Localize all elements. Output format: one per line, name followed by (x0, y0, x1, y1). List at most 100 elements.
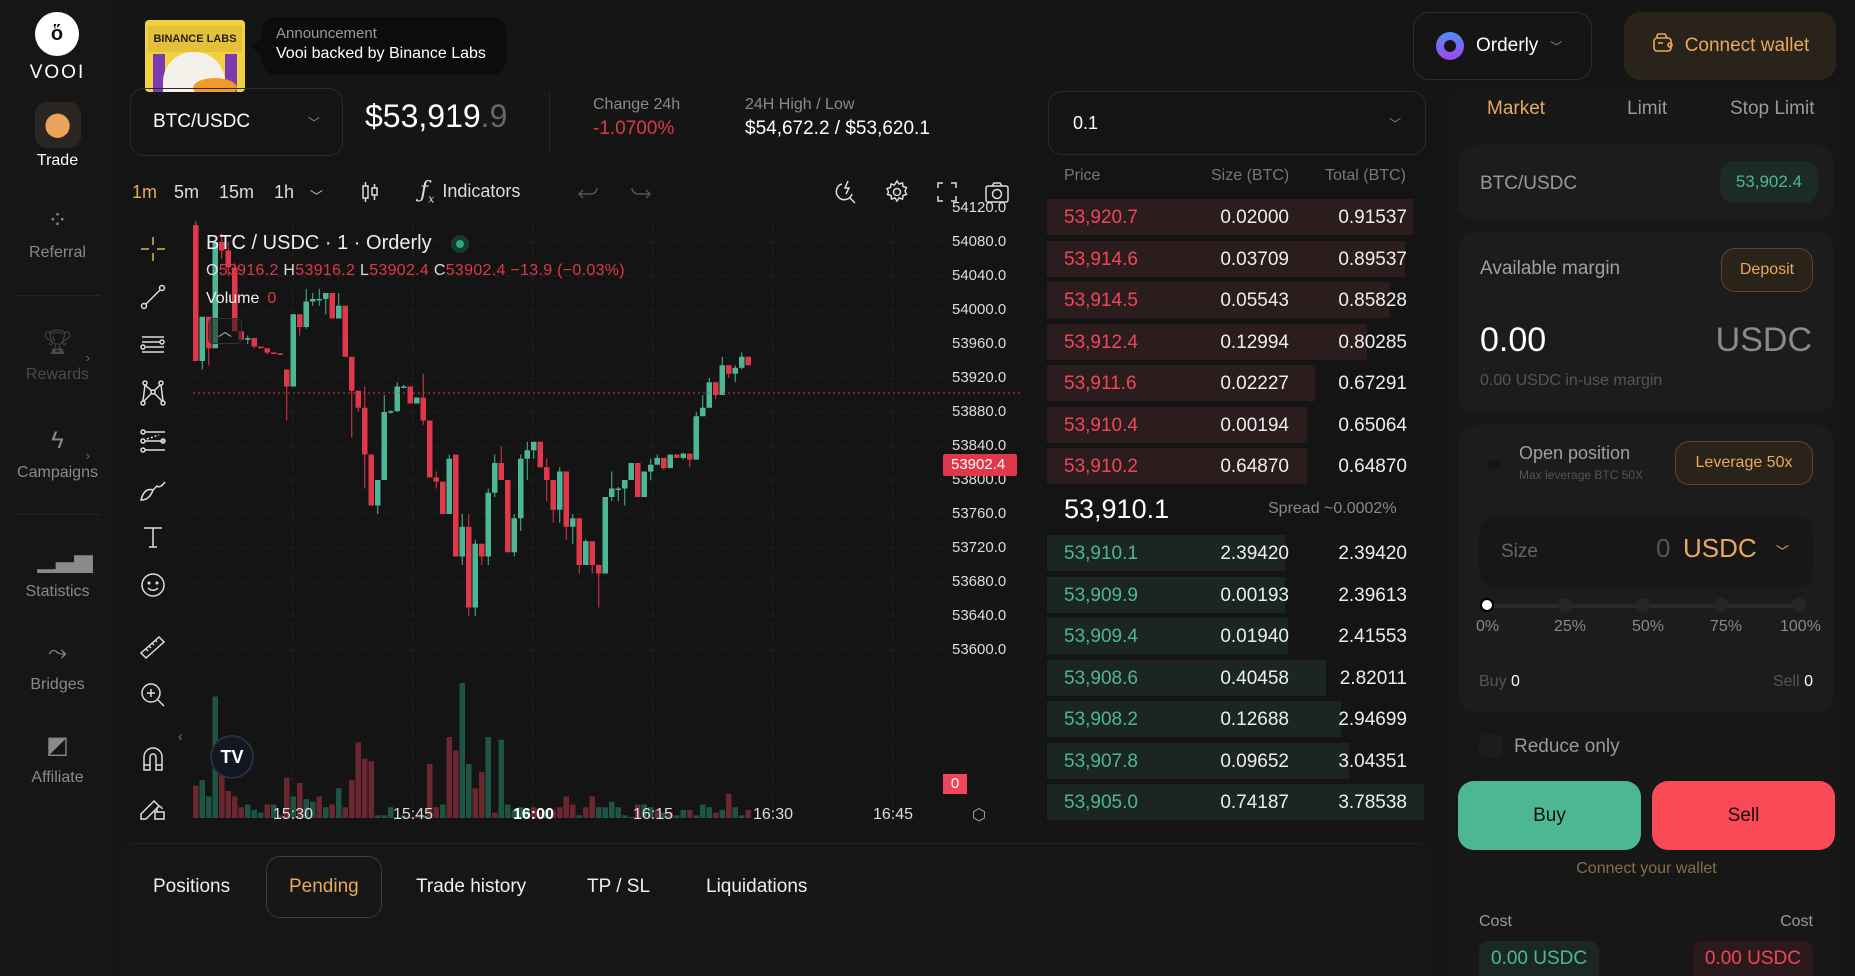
venue-selector[interactable]: Orderly ﹀ (1413, 12, 1592, 80)
bar-chart-icon: ▁▃▅ (37, 546, 93, 573)
ask-row[interactable]: 53,910.4 0.00194 0.65064 (1047, 406, 1424, 443)
undo-icon[interactable] (575, 178, 605, 208)
tab-liquidations[interactable]: Liquidations (706, 876, 807, 898)
ruler-icon[interactable] (138, 632, 170, 664)
pair-selector[interactable]: BTC/USDC ﹀ (130, 88, 343, 156)
reduce-only-label[interactable]: Reduce only (1514, 736, 1620, 758)
redo-icon[interactable] (626, 178, 656, 208)
slider-mark-label[interactable]: 75% (1710, 618, 1742, 636)
bid-price: 53,905.0 (1064, 792, 1138, 813)
candle-body (550, 480, 556, 510)
collapse-toolbar-chevron-icon[interactable]: ‹ (178, 728, 183, 744)
chevron-down-icon[interactable]: ﹀ (1776, 541, 1789, 560)
leverage-button[interactable]: Leverage 50x (1675, 441, 1813, 485)
sell-cost-amount: 0.00 (1704, 948, 1742, 969)
candlestick-chart[interactable] (193, 218, 1023, 830)
tab-positions[interactable]: Positions (153, 876, 230, 898)
sidebar-item-affiliate[interactable]: ◩ Affiliate (0, 731, 115, 787)
sidebar-item-campaigns[interactable]: ϟ Campaigns › (0, 426, 115, 482)
size-unit[interactable]: USDC (1683, 533, 1757, 564)
slider-mark-label[interactable]: 100% (1780, 618, 1821, 636)
ask-total: 0.85828 (1338, 290, 1407, 311)
ask-row[interactable]: 53,920.7 0.02000 0.91537 (1047, 199, 1424, 235)
reduce-only-checkbox[interactable] (1479, 734, 1503, 758)
slider-mark[interactable] (1558, 598, 1572, 612)
sidebar-item-statistics[interactable]: ▁▃▅ Statistics (0, 545, 115, 601)
emoji-icon[interactable] (138, 570, 170, 602)
lock-drawings-icon[interactable] (138, 792, 170, 824)
slider-mark-label[interactable]: 50% (1632, 618, 1664, 636)
text-tool-icon[interactable] (138, 522, 170, 554)
order-tab-stop-limit[interactable]: Stop Limit (1730, 98, 1814, 120)
fib-tool-icon[interactable] (138, 426, 170, 458)
sidebar-item-label: Trade (36, 152, 79, 169)
sidebar-item-trade[interactable]: ⬤ Trade (0, 102, 115, 170)
tab-trade-history[interactable]: Trade history (416, 876, 526, 898)
order-tab-limit[interactable]: Limit (1627, 98, 1667, 120)
tradingview-logo-icon[interactable]: TV (210, 735, 254, 779)
legend-low: 53902.4 (369, 262, 430, 279)
connect-wallet-hint[interactable]: Connect your wallet (1458, 860, 1835, 878)
connect-wallet-button[interactable]: Connect wallet (1624, 12, 1836, 80)
legend-change: −13.9 (−0.03%) (510, 262, 625, 279)
trendline-icon[interactable] (138, 282, 170, 314)
size-input[interactable]: Size 0 USDC ﹀ (1479, 517, 1813, 587)
axis-settings-icon[interactable]: ⬡ (972, 805, 986, 825)
bid-row[interactable]: 53,909.4 0.01940 2.41553 (1047, 618, 1424, 654)
sidebar-item-bridges[interactable]: ⤳ Bridges (0, 638, 115, 694)
slider-mark-label[interactable]: 0% (1476, 618, 1499, 636)
zoom-in-icon[interactable] (138, 680, 170, 712)
quick-search-icon[interactable] (832, 178, 862, 208)
timeframe-1h[interactable]: 1h (274, 182, 294, 203)
slider-mark[interactable] (1636, 598, 1650, 612)
buy-button[interactable]: Buy (1458, 781, 1641, 850)
candle-type-icon[interactable] (356, 178, 386, 208)
bid-row[interactable]: 53,908.2 0.12688 2.94699 (1047, 701, 1424, 737)
crosshair-icon[interactable] (138, 234, 170, 266)
bid-row[interactable]: 53,908.6 0.40458 2.82011 (1047, 659, 1424, 696)
brush-icon[interactable] (138, 474, 170, 506)
timeframe-15m[interactable]: 15m (219, 182, 254, 203)
bid-row[interactable]: 53,905.0 0.74187 3.78538 (1047, 784, 1424, 820)
bid-row[interactable]: 53,910.1 2.39420 2.39420 (1047, 535, 1424, 571)
volume-bar (700, 804, 706, 818)
timeframe-5m[interactable]: 5m (174, 182, 199, 203)
indicators-button[interactable]: ƒx Indicators (420, 178, 520, 205)
tab-pending[interactable]: Pending (266, 856, 382, 918)
timeframe-more-chevron-icon[interactable]: ﹀ (310, 186, 323, 205)
pair-name: BTC/USDC (153, 111, 251, 132)
ask-total: 0.65064 (1338, 414, 1407, 436)
pattern-icon[interactable] (138, 378, 170, 410)
vooi-logo-icon[interactable]: ὅ (35, 12, 79, 56)
price-tick-label: 53760.0 (952, 505, 1007, 522)
announcement-banner-image[interactable]: BINANCE LABS (145, 20, 245, 92)
bid-row[interactable]: 53,907.8 0.09652 3.04351 (1047, 742, 1424, 779)
tick-size-selector[interactable]: 0.1 ﹀ (1048, 91, 1426, 155)
ask-row[interactable]: 53,914.5 0.05543 0.85828 (1047, 282, 1424, 318)
deposit-button[interactable]: Deposit (1721, 248, 1813, 292)
order-tab-market[interactable]: Market (1487, 98, 1545, 120)
ask-row[interactable]: 53,911.6 0.02227 0.67291 (1047, 365, 1424, 401)
slider-mark-label[interactable]: 25% (1554, 618, 1586, 636)
ask-row[interactable]: 53,910.2 0.64870 0.64870 (1047, 448, 1424, 484)
volume-bar (706, 807, 712, 818)
settings-gear-icon[interactable] (883, 178, 913, 208)
slider-mark[interactable] (1792, 598, 1806, 612)
timeframe-1m[interactable]: 1m (132, 182, 157, 203)
sidebar-item-referral[interactable]: ⁘ Referral (0, 206, 115, 262)
sell-button[interactable]: Sell (1652, 781, 1835, 850)
horizontal-lines-icon[interactable] (138, 330, 170, 362)
tab-tp-sl[interactable]: TP / SL (587, 876, 650, 898)
bid-row[interactable]: 53,909.9 0.00193 2.39613 (1047, 576, 1424, 613)
volume-bar (583, 807, 589, 818)
collapse-legend-button[interactable]: ︿ (208, 318, 242, 344)
size-slider-handle[interactable] (1480, 598, 1494, 612)
slider-mark[interactable] (1714, 598, 1728, 612)
sidebar-item-rewards[interactable]: 🏆︎ Rewards › (0, 328, 115, 384)
candle-body (440, 481, 446, 514)
candle-body (316, 298, 322, 301)
ask-row[interactable]: 53,914.6 0.03709 0.89537 (1047, 240, 1424, 277)
ask-row[interactable]: 53,912.4 0.12994 0.80285 (1047, 323, 1424, 360)
magnet-icon[interactable] (138, 744, 170, 776)
announcement-tooltip[interactable]: Announcement Vooi backed by Binance Labs (252, 17, 506, 75)
